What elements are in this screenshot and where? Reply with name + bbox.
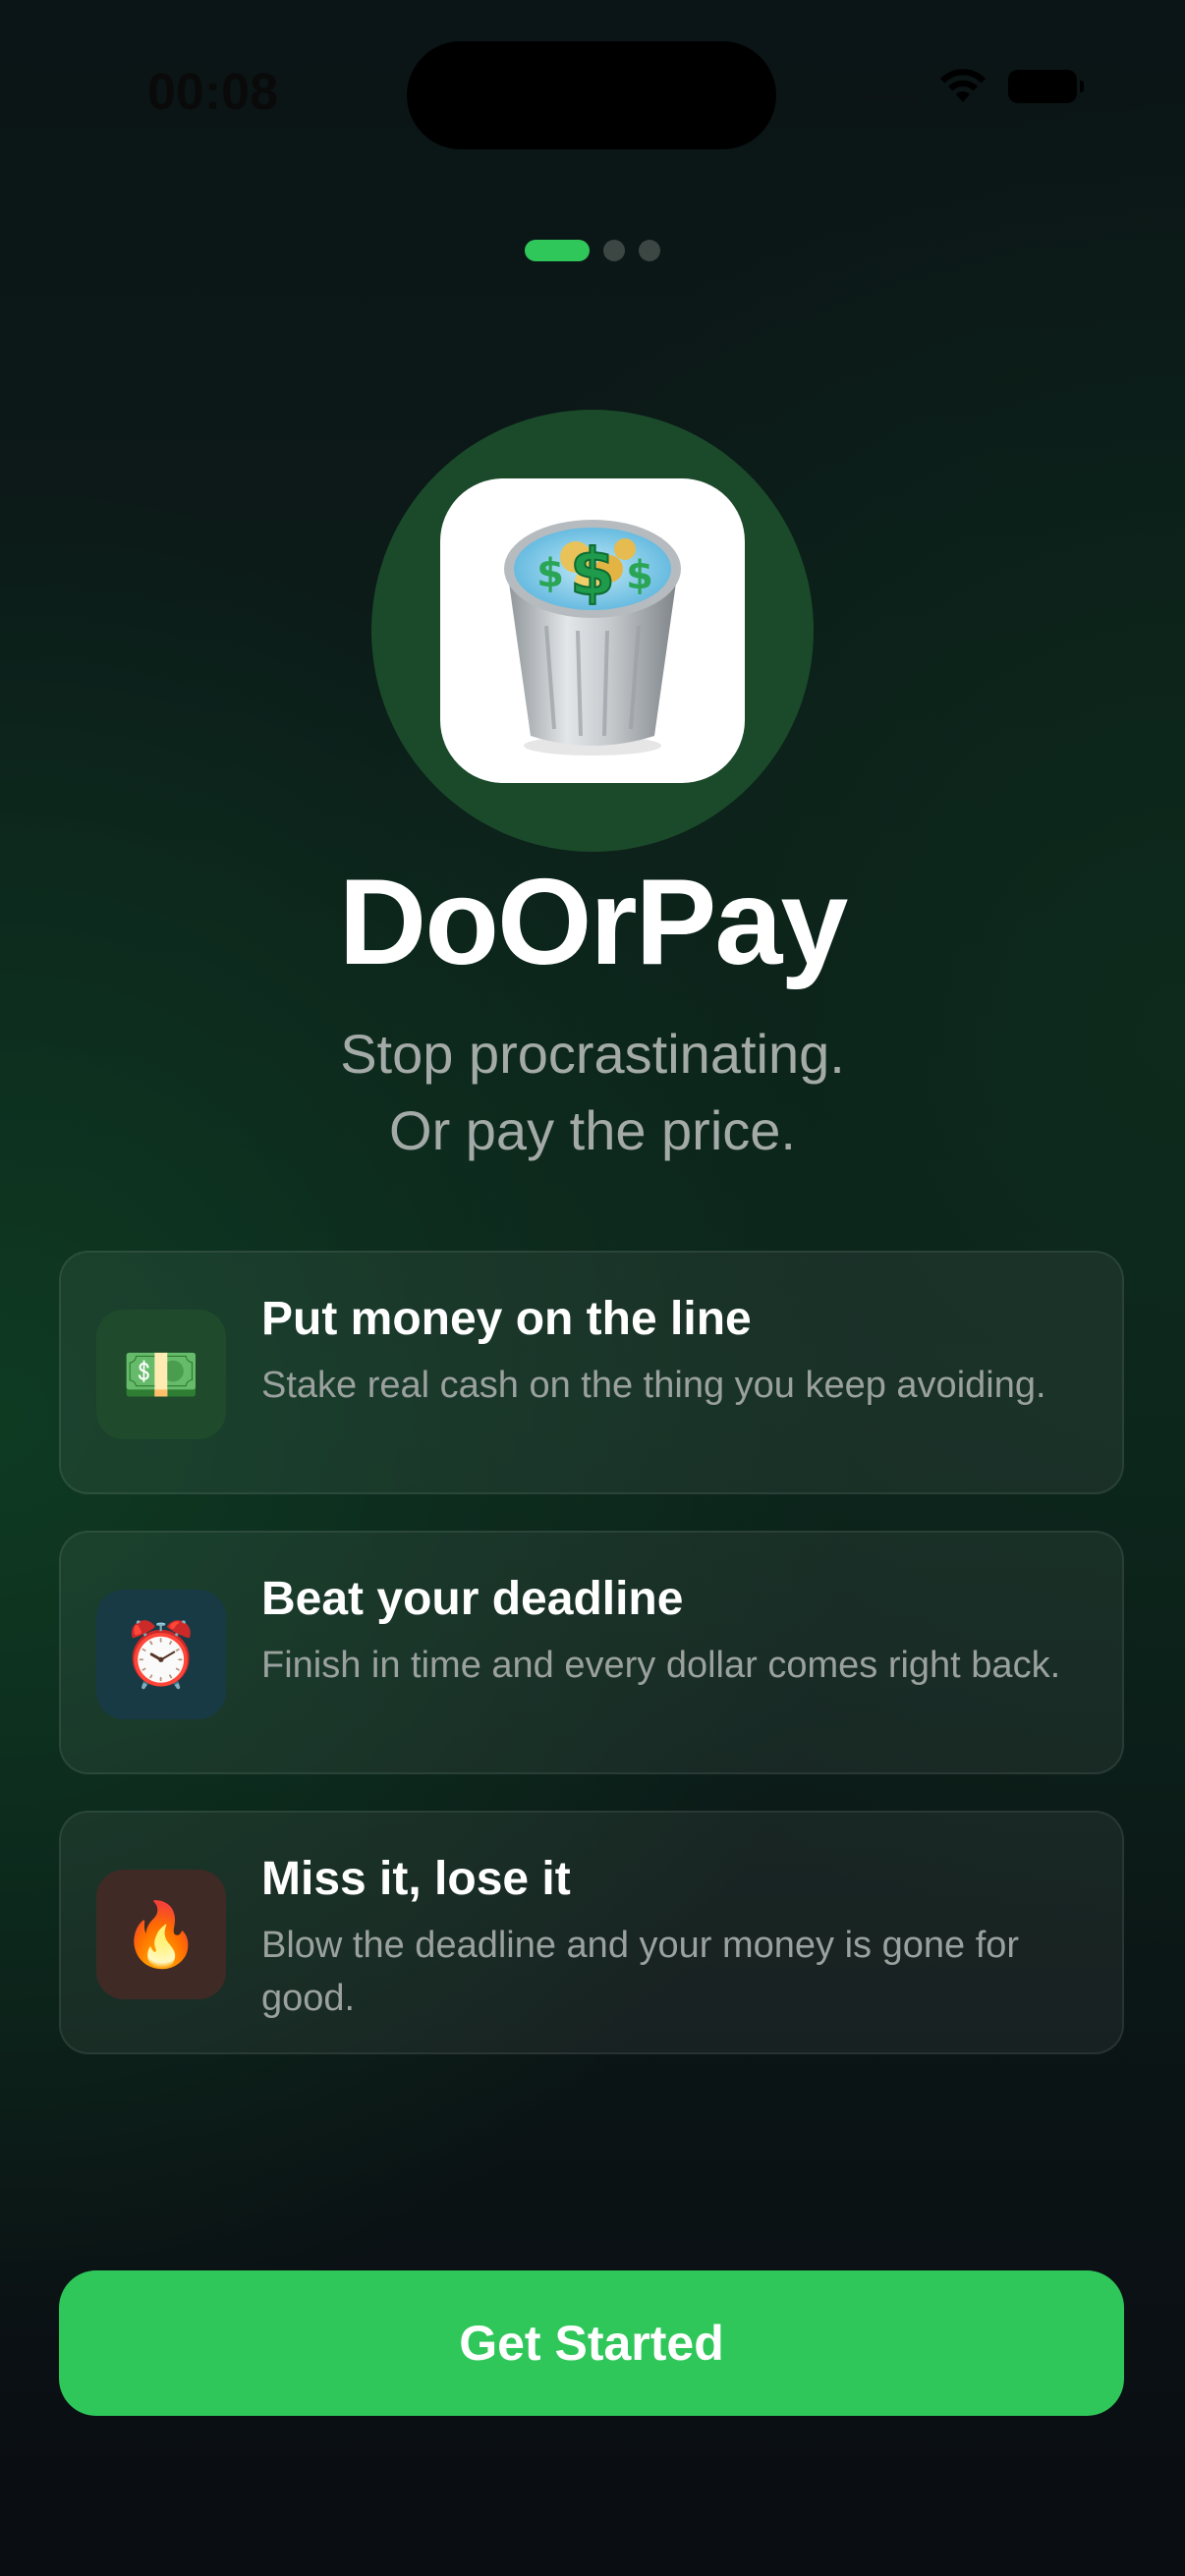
page-dot-active (525, 240, 590, 261)
wifi-icon (940, 69, 986, 102)
page-dot (639, 240, 660, 261)
get-started-button[interactable]: Get Started (59, 2270, 1124, 2416)
feature-card-lose: 🔥 Miss it, lose it Blow the deadline and… (59, 1811, 1124, 2054)
svg-text:$: $ (626, 553, 653, 598)
trash-can-money-icon: $ $ $ (504, 520, 681, 756)
page-dot (603, 240, 625, 261)
feature-description: Stake real cash on the thing you keep av… (261, 1365, 1046, 1406)
money-bills-icon: 💵 (96, 1310, 226, 1439)
app-logo: $ $ $ (440, 478, 745, 783)
svg-text:$: $ (570, 534, 615, 610)
status-icons (869, 69, 1084, 104)
tagline-line-1: Stop procrastinating. (340, 1023, 845, 1085)
feature-title: Miss it, lose it (261, 1853, 571, 1905)
dynamic-island (407, 41, 776, 149)
battery-icon (1008, 70, 1084, 103)
cellular-signal-icon (869, 73, 918, 100)
status-time: 00:08 (147, 64, 278, 121)
feature-card-stake: 💵 Put money on the line Stake real cash … (59, 1251, 1124, 1494)
feature-description: Blow the deadline and your money is gone… (261, 1925, 1020, 2019)
page-indicator (0, 240, 1185, 261)
app-title: DoOrPay (338, 855, 849, 990)
fire-icon: 🔥 (96, 1870, 226, 1999)
tagline-line-2: Or pay the price. (389, 1099, 796, 1161)
feature-title: Put money on the line (261, 1293, 752, 1345)
feature-description: Finish in time and every dollar comes ri… (261, 1645, 1061, 1686)
alarm-clock-icon: ⏰ (96, 1590, 226, 1719)
feature-title: Beat your deadline (261, 1573, 684, 1625)
app-tagline: Stop procrastinating. Or pay the price. (0, 1016, 1185, 1169)
svg-text:$: $ (536, 551, 564, 596)
feature-card-deadline: ⏰ Beat your deadline Finish in time and … (59, 1531, 1124, 1774)
